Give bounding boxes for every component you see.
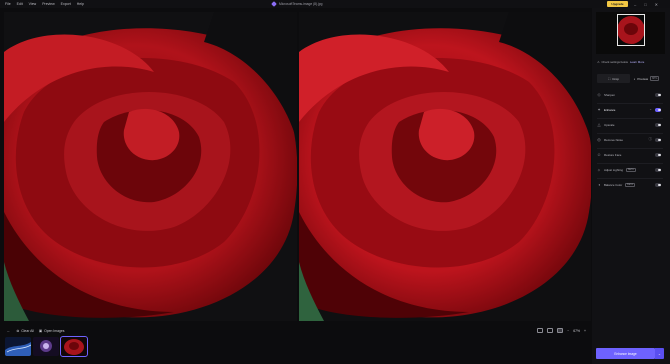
- after-image-pane[interactable]: [299, 12, 591, 321]
- enhance-image-button[interactable]: Enhance Image: [596, 348, 655, 359]
- balance-color-toggle[interactable]: [655, 183, 661, 187]
- adjust-lighting-toggle[interactable]: [655, 168, 661, 172]
- model-enhance[interactable]: ✦ Enhance ⌄: [597, 103, 663, 118]
- notice-text: Check settings below: [601, 60, 628, 64]
- navigator-preview[interactable]: [596, 12, 665, 54]
- menu-bar: File Edit View Preview Export Help Micro…: [0, 0, 670, 8]
- face-icon: ☺: [597, 152, 602, 158]
- mode-preview[interactable]: ◐ Preview MTG: [630, 74, 663, 83]
- thumbnail-3-image: [61, 337, 87, 356]
- export-options-button[interactable]: ⌄: [655, 348, 664, 359]
- zoom-in-icon[interactable]: +: [584, 329, 586, 333]
- zoom-level[interactable]: 67%: [573, 329, 580, 333]
- menu-view[interactable]: View: [26, 2, 40, 6]
- mode-switch: ⛶ Crop ◐ Preview MTG: [597, 74, 663, 83]
- model-remove-noise[interactable]: ◎ Remove Noise ⓘ: [597, 133, 663, 148]
- close-circle-icon: ⊗: [16, 328, 20, 333]
- thumbnail-1-image: [5, 337, 31, 356]
- model-upscale-label: Upscale: [604, 123, 615, 128]
- lighting-icon: ☼: [597, 167, 601, 173]
- model-remove-noise-label: Remove Noise: [604, 138, 623, 143]
- sharpen-icon: ◇: [597, 92, 601, 98]
- model-sharpen[interactable]: ◇ Sharpen: [597, 88, 663, 103]
- info-icon[interactable]: ⓘ: [649, 137, 653, 142]
- menu-help[interactable]: Help: [74, 2, 87, 6]
- rose-image-after: [299, 12, 591, 321]
- image-icon: ▣: [38, 328, 43, 333]
- warning-icon: ⚠: [597, 60, 600, 64]
- zoom-out-icon[interactable]: −: [567, 329, 569, 333]
- thumbnail-strip: [5, 336, 88, 357]
- settings-notice: ⚠ Check settings below Learn More: [597, 59, 663, 65]
- mode-preview-label: Preview: [637, 76, 649, 81]
- bottom-toolbar: ← ⊗ Clear All ▣ Open Images − 67% +: [0, 325, 592, 336]
- view-controls: − 67% +: [537, 328, 586, 333]
- enhance-icon: ✦: [597, 107, 601, 113]
- color-icon: ◑: [597, 182, 601, 188]
- denoise-icon: ◎: [597, 137, 601, 143]
- learn-more-link[interactable]: Learn More: [630, 60, 644, 64]
- beta-badge: BETA: [625, 183, 636, 188]
- window-title-text: MicrosoftTeams-image (8).jpg: [279, 2, 323, 6]
- open-images-button[interactable]: ▣ Open Images: [39, 329, 65, 333]
- mode-preview-tag: MTG: [650, 76, 660, 81]
- thumbnail-3[interactable]: [60, 336, 88, 357]
- crop-icon: ⛶: [608, 76, 611, 81]
- model-enhance-label: Enhance: [604, 108, 616, 113]
- app-logo-icon: [271, 1, 277, 7]
- model-restore-face[interactable]: ☺ Restore Face: [597, 148, 663, 163]
- mode-crop-label: Crop: [612, 76, 619, 81]
- upscale-toggle[interactable]: [655, 123, 661, 127]
- restore-face-toggle[interactable]: [655, 153, 661, 157]
- clear-all-label: Clear All: [21, 328, 34, 333]
- model-adjust-lighting-label: Adjust Lighting: [604, 168, 623, 173]
- menu-preview[interactable]: Preview: [39, 2, 57, 6]
- sharpen-toggle[interactable]: [655, 93, 661, 97]
- model-upscale[interactable]: △ Upscale: [597, 118, 663, 133]
- thumbnail-1[interactable]: [5, 337, 31, 356]
- model-balance-color-label: Balance Color: [604, 183, 623, 188]
- window-controls: – □ ✕: [634, 0, 658, 8]
- menu: File Edit View Preview Export Help: [0, 2, 87, 6]
- ai-model-list: ◇ Sharpen ✦ Enhance ⌄ △ Upscale ◎ Remove…: [597, 88, 663, 193]
- before-image-pane[interactable]: [4, 12, 297, 321]
- open-images-label: Open Images: [44, 328, 65, 333]
- mode-crop[interactable]: ⛶ Crop: [597, 74, 630, 83]
- menu-export[interactable]: Export: [58, 2, 74, 6]
- settings-sidebar: ⚠ Check settings below Learn More ⛶ Crop…: [592, 8, 670, 364]
- preview-icon: ◐: [633, 76, 636, 81]
- model-adjust-lighting[interactable]: ☼ Adjust Lighting BETA: [597, 163, 663, 178]
- back-button[interactable]: ←: [7, 329, 10, 333]
- split-view-icon[interactable]: [547, 328, 554, 333]
- side-by-side-view-icon[interactable]: [557, 328, 564, 333]
- beta-badge: BETA: [625, 168, 636, 173]
- window-title: MicrosoftTeams-image (8).jpg: [271, 0, 323, 8]
- minimize-icon[interactable]: –: [634, 2, 636, 7]
- menu-file[interactable]: File: [2, 2, 14, 6]
- upscale-icon: △: [597, 122, 601, 128]
- upgrade-button[interactable]: Upgrade: [607, 1, 628, 7]
- rose-image-before: [4, 12, 297, 321]
- single-view-icon[interactable]: [537, 328, 544, 333]
- close-icon[interactable]: ✕: [655, 2, 658, 7]
- clear-all-button[interactable]: ⊗ Clear All: [16, 329, 33, 333]
- chevron-down-icon: ⌄: [658, 351, 661, 356]
- thumbnail-2[interactable]: [33, 337, 59, 356]
- enhance-toggle[interactable]: [655, 108, 661, 112]
- thumbnail-2-image: [33, 337, 59, 356]
- menu-edit[interactable]: Edit: [14, 2, 26, 6]
- maximize-icon[interactable]: □: [644, 2, 646, 7]
- chevron-down-icon[interactable]: ⌄: [649, 107, 652, 111]
- remove-noise-toggle[interactable]: [655, 138, 661, 142]
- model-restore-face-label: Restore Face: [604, 153, 622, 158]
- viewport-frame[interactable]: [617, 14, 645, 46]
- model-sharpen-label: Sharpen: [604, 93, 615, 98]
- model-balance-color[interactable]: ◑ Balance Color BETA: [597, 178, 663, 193]
